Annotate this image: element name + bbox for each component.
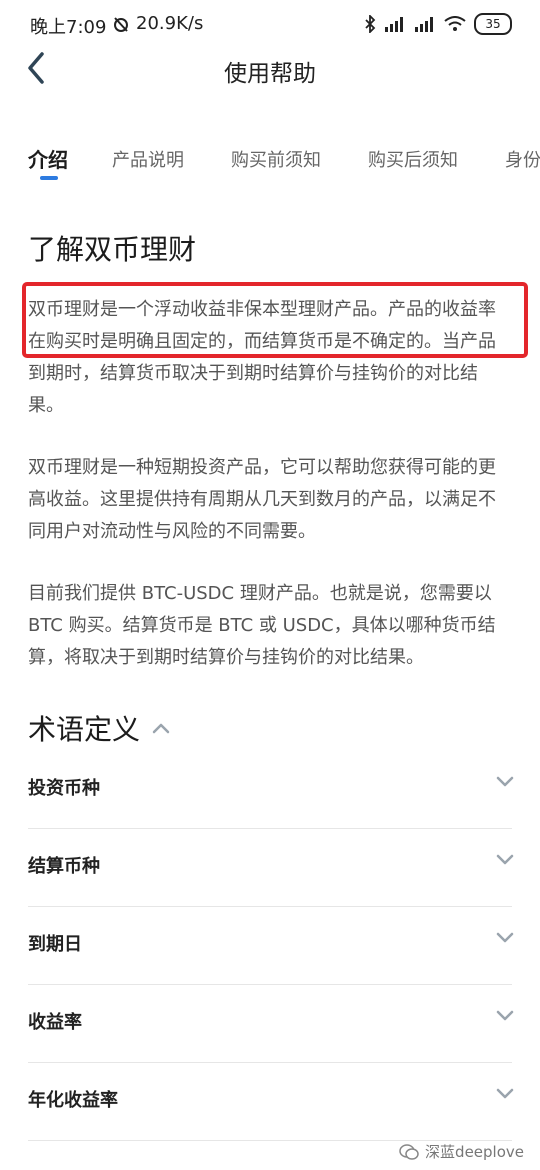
accordion-item-yield[interactable]: 收益率 bbox=[28, 984, 514, 1063]
tab-after-purchase[interactable]: 购买后须知 bbox=[368, 146, 458, 172]
terms-title: 术语定义 bbox=[28, 713, 141, 746]
tab-before-purchase[interactable]: 购买前须知 bbox=[231, 146, 321, 172]
status-icons: 35 bbox=[364, 13, 512, 35]
wechat-icon bbox=[399, 1143, 419, 1160]
watermark: 深蓝deeplove bbox=[399, 1141, 524, 1162]
tab-identity[interactable]: 身份 bbox=[505, 146, 540, 172]
accordion-item-maturity-date[interactable]: 到期日 bbox=[28, 906, 514, 985]
intro-title: 了解双币理财 bbox=[28, 233, 197, 266]
net-speed: 20.9K/s bbox=[136, 13, 204, 34]
chevron-down-icon bbox=[496, 776, 514, 787]
watermark-text: 深蓝deeplove bbox=[425, 1143, 524, 1161]
bluetooth-icon bbox=[365, 15, 376, 33]
status-bar: 晚上7:09 20.9K/s 35 bbox=[0, 0, 540, 46]
chevron-down-icon bbox=[496, 854, 514, 865]
intro-paragraph-3: 目前我们提供 BTC-USDC 理财产品。也就是说，您需要以 BTC 购买。结算… bbox=[28, 583, 496, 668]
accordion-label: 到期日 bbox=[28, 934, 82, 955]
wifi-icon bbox=[444, 16, 466, 31]
status-left-extra: 20.9K/s bbox=[112, 13, 203, 34]
chevron-down-icon bbox=[496, 932, 514, 943]
accordion-item-settlement-currency[interactable]: 结算币种 bbox=[28, 828, 514, 907]
terms-header[interactable]: 术语定义 bbox=[28, 708, 170, 748]
accordion-item-annualized-yield[interactable]: 年化收益率 bbox=[28, 1062, 514, 1141]
tab-product-description[interactable]: 产品说明 bbox=[112, 146, 184, 172]
chevron-down-icon bbox=[496, 1010, 514, 1021]
highlight-annotation-box bbox=[22, 282, 528, 358]
active-tab-indicator bbox=[40, 176, 58, 180]
intro-paragraph-2: 双币理财是一种短期投资产品，它可以帮助您获得可能的更高收益。这里提供持有周期从几… bbox=[28, 457, 496, 542]
signal-icon bbox=[385, 17, 403, 32]
tab-intro[interactable]: 介绍 bbox=[28, 144, 68, 173]
accordion-label: 结算币种 bbox=[28, 856, 100, 877]
status-time: 晚上7:09 bbox=[30, 17, 107, 38]
chevron-up-icon bbox=[152, 723, 170, 734]
accordion-item-investment-currency[interactable]: 投资币种 bbox=[28, 750, 514, 829]
tab-bar: 介绍 产品说明 购买前须知 购买后须知 身份 bbox=[0, 140, 540, 190]
battery-icon: 35 bbox=[474, 13, 512, 35]
page-title: 使用帮助 bbox=[224, 61, 316, 87]
accordion-label: 投资币种 bbox=[28, 778, 100, 799]
chevron-down-icon bbox=[496, 1088, 514, 1099]
alarm-icon bbox=[114, 16, 128, 32]
accordion-label: 收益率 bbox=[28, 1012, 82, 1033]
accordion-label: 年化收益率 bbox=[28, 1090, 118, 1111]
signal-hd-icon bbox=[415, 17, 433, 32]
